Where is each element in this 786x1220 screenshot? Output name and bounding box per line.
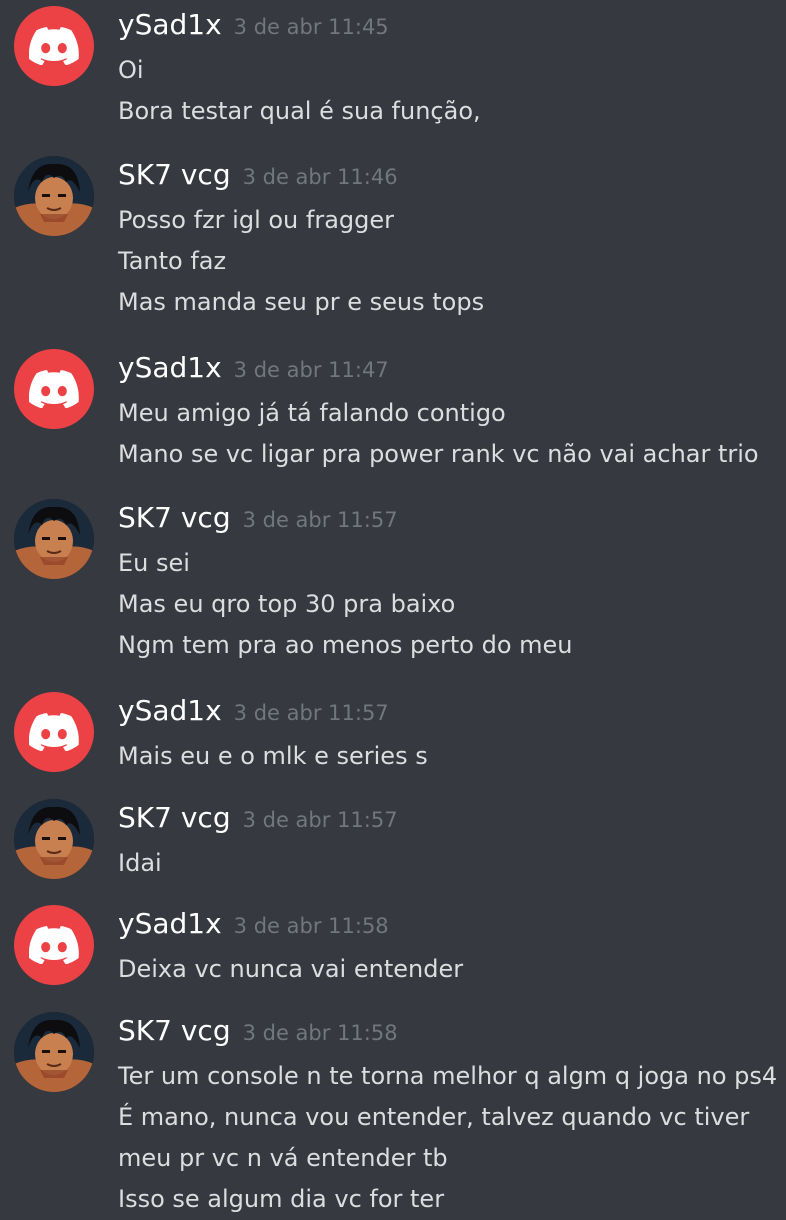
message-header: ySad1x 3 de abr 11:47 bbox=[118, 351, 389, 391]
message-header: ySad1x 3 de abr 11:45 bbox=[118, 8, 389, 48]
message-content: Deixa vc nunca vai entender bbox=[118, 949, 778, 990]
timestamp: 3 de abr 11:58 bbox=[242, 1021, 398, 1045]
message-line: Ter um console n te torna melhor q algm … bbox=[118, 1062, 778, 1090]
message-line: É mano, nunca vou entender, talvez quand… bbox=[118, 1103, 750, 1131]
message-header: ySad1x 3 de abr 11:57 bbox=[118, 694, 389, 734]
message-content: Meu amigo já tá falando contigo Mano se … bbox=[118, 393, 778, 475]
message-header: SK7 vcg 3 de abr 11:58 bbox=[118, 1014, 398, 1054]
discord-logo-icon bbox=[29, 926, 79, 964]
profile-picture-icon bbox=[14, 799, 94, 879]
message-line: Oi bbox=[118, 56, 144, 84]
message-header: SK7 vcg 3 de abr 11:57 bbox=[118, 801, 398, 841]
message-content: Eu sei Mas eu qro top 30 pra baixo Ngm t… bbox=[118, 543, 778, 666]
discord-default-avatar-icon[interactable] bbox=[14, 692, 94, 772]
username[interactable]: ySad1x bbox=[118, 694, 222, 727]
username[interactable]: SK7 vcg bbox=[118, 501, 231, 534]
timestamp: 3 de abr 11:47 bbox=[233, 358, 389, 382]
profile-picture-icon bbox=[14, 499, 94, 579]
discord-logo-icon bbox=[29, 27, 79, 65]
message-content: Oi Bora testar qual é sua função, bbox=[118, 50, 778, 132]
message-line: Mas manda seu pr e seus tops bbox=[118, 288, 485, 316]
anime-profile-avatar[interactable] bbox=[14, 156, 94, 236]
discord-default-avatar-icon[interactable] bbox=[14, 349, 94, 429]
anime-profile-avatar[interactable] bbox=[14, 1012, 94, 1092]
message-line: Eu sei bbox=[118, 549, 190, 577]
message-header: SK7 vcg 3 de abr 11:57 bbox=[118, 501, 398, 541]
timestamp: 3 de abr 11:46 bbox=[242, 165, 398, 189]
chat-message-list: ySad1x 3 de abr 11:45 Oi Bora testar qua… bbox=[0, 0, 786, 1213]
timestamp: 3 de abr 11:45 bbox=[233, 15, 389, 39]
discord-default-avatar-icon[interactable] bbox=[14, 6, 94, 86]
profile-picture-icon bbox=[14, 156, 94, 236]
discord-default-avatar-icon[interactable] bbox=[14, 905, 94, 985]
message-line: Bora testar qual é sua função, bbox=[118, 97, 481, 125]
timestamp: 3 de abr 11:57 bbox=[242, 508, 398, 532]
anime-profile-avatar[interactable] bbox=[14, 499, 94, 579]
message-content: Ter um console n te torna melhor q algm … bbox=[118, 1056, 778, 1220]
message-line: Mais eu e o mlk e series s bbox=[118, 742, 428, 770]
message-content: Mais eu e o mlk e series s bbox=[118, 736, 778, 777]
profile-picture-icon bbox=[14, 1012, 94, 1092]
message-line: Mano se vc ligar pra power rank vc não v… bbox=[118, 440, 759, 468]
username[interactable]: SK7 vcg bbox=[118, 801, 231, 834]
message-line: Posso fzr igl ou fragger bbox=[118, 206, 395, 234]
username[interactable]: SK7 vcg bbox=[118, 158, 231, 191]
timestamp: 3 de abr 11:58 bbox=[233, 914, 389, 938]
message-header: SK7 vcg 3 de abr 11:46 bbox=[118, 158, 398, 198]
timestamp: 3 de abr 11:57 bbox=[242, 808, 398, 832]
discord-logo-icon bbox=[29, 370, 79, 408]
message-content: Idai bbox=[118, 843, 778, 884]
username[interactable]: ySad1x bbox=[118, 8, 222, 41]
message-line: Mas eu qro top 30 pra baixo bbox=[118, 590, 456, 618]
anime-profile-avatar[interactable] bbox=[14, 799, 94, 879]
message-line: Ngm tem pra ao menos perto do meu bbox=[118, 631, 573, 659]
message-line: Meu amigo já tá falando contigo bbox=[118, 399, 506, 427]
message-content: Posso fzr igl ou fragger Tanto faz Mas m… bbox=[118, 200, 778, 323]
message-header: ySad1x 3 de abr 11:58 bbox=[118, 907, 389, 947]
message-line: Idai bbox=[118, 849, 162, 877]
username[interactable]: ySad1x bbox=[118, 351, 222, 384]
message-line: Tanto faz bbox=[118, 247, 227, 275]
username[interactable]: ySad1x bbox=[118, 907, 222, 940]
discord-logo-icon bbox=[29, 713, 79, 751]
username[interactable]: SK7 vcg bbox=[118, 1014, 231, 1047]
message-line: meu pr vc n vá entender tb bbox=[118, 1144, 448, 1172]
timestamp: 3 de abr 11:57 bbox=[233, 701, 389, 725]
message-line: Deixa vc nunca vai entender bbox=[118, 955, 464, 983]
